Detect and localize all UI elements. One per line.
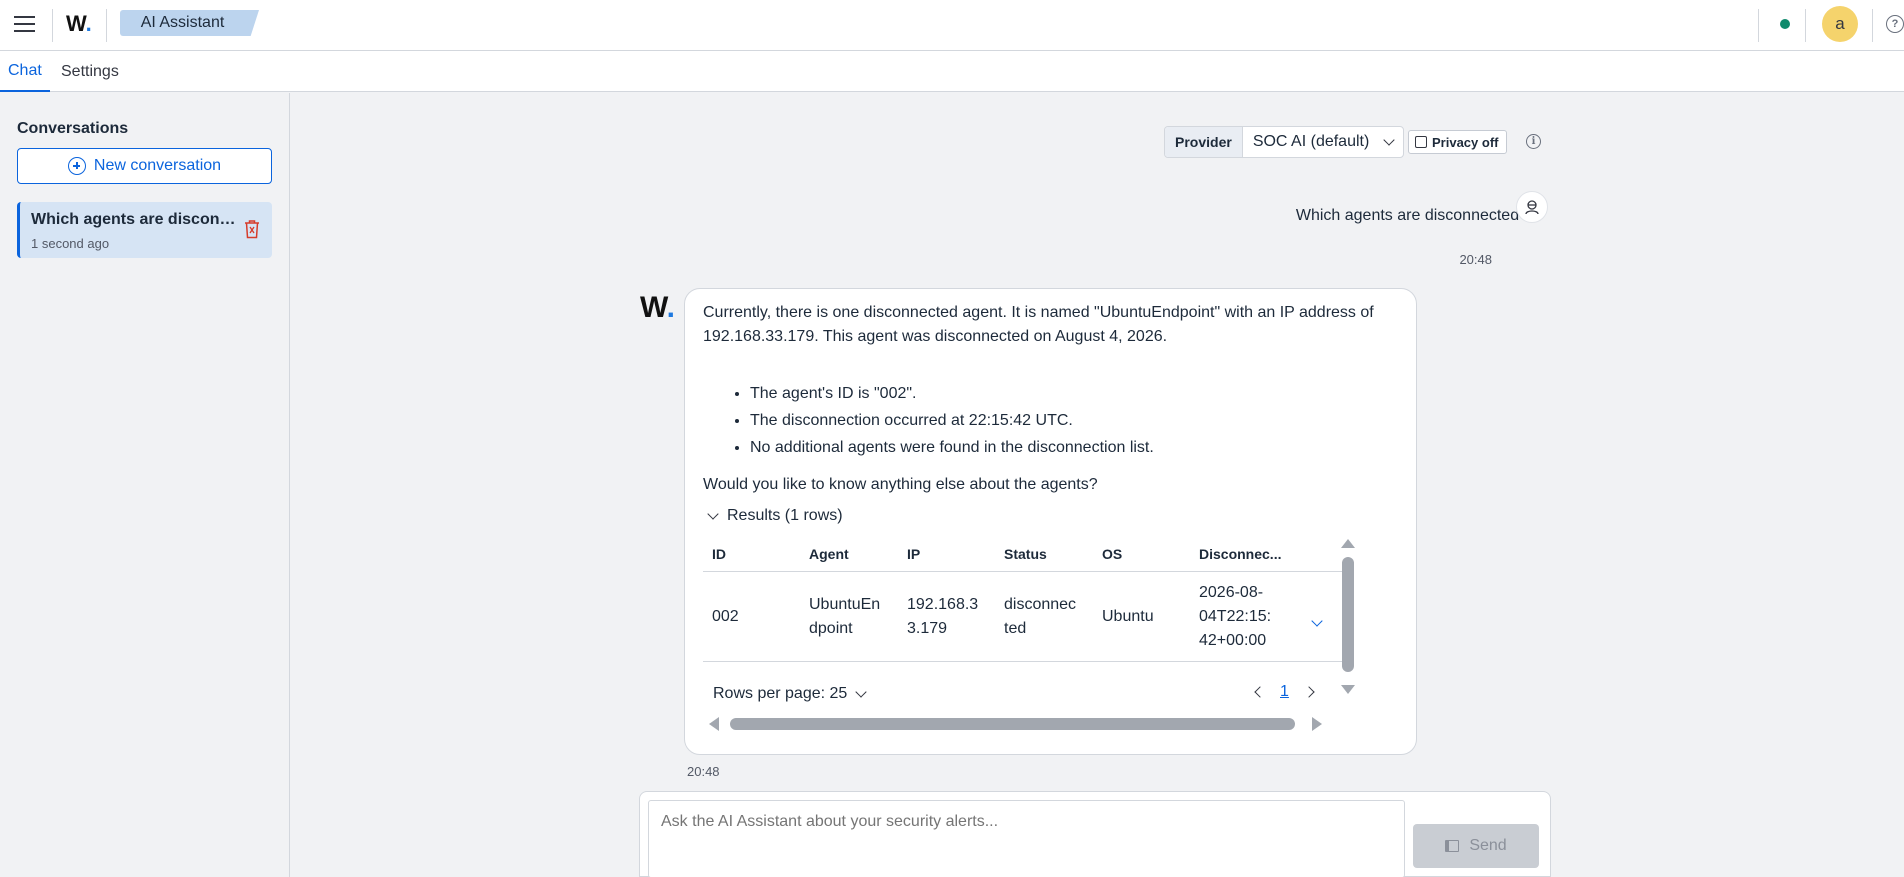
new-conversation-label: New conversation	[93, 157, 222, 174]
send-label: Send	[1469, 837, 1507, 854]
tab-chat[interactable]: Chat	[0, 51, 50, 92]
plus-circle-icon	[67, 157, 86, 175]
info-icon[interactable]: i	[1526, 134, 1541, 149]
message-input[interactable]	[648, 800, 1405, 877]
results-toggle[interactable]: Results (1 rows)	[707, 507, 843, 525]
list-item: The disconnection occurred at 22:15:42 U…	[750, 407, 1390, 434]
rows-per-page-label: Rows per page: 25	[713, 685, 848, 702]
divider	[52, 9, 53, 42]
provider-select[interactable]: SOC AI (default)	[1243, 127, 1403, 157]
column-header-disconnected[interactable]: Disconnec...	[1199, 546, 1281, 562]
user-message-time: 20:48	[1459, 252, 1492, 267]
page-number[interactable]: 1	[1280, 683, 1289, 701]
chat-main: Provider SOC AI (default) Privacy off i …	[291, 93, 1904, 877]
column-header-ip[interactable]: IP	[907, 546, 920, 562]
conversations-panel: Conversations New conversation Which age…	[0, 93, 290, 877]
divider	[1758, 9, 1759, 42]
privacy-toggle-button[interactable]: Privacy off	[1408, 130, 1508, 154]
assistant-message-time: 20:48	[687, 764, 720, 779]
assistant-question: Would you like to know anything else abo…	[703, 476, 1098, 493]
table-header: ID Agent IP Status OS Disconnec...	[703, 534, 1343, 572]
chevron-down-icon	[855, 686, 867, 698]
scroll-up-arrow[interactable]	[1341, 539, 1355, 548]
cell-status: disconnec ted	[1004, 596, 1077, 637]
list-item: No additional agents were found in the d…	[750, 434, 1390, 461]
divider	[106, 9, 107, 42]
app-logo[interactable]: W.	[66, 11, 92, 37]
help-icon[interactable]: ?	[1886, 15, 1904, 33]
cell-id: 002	[712, 608, 739, 625]
scroll-right-arrow[interactable]	[1312, 717, 1322, 731]
provider-label: Provider	[1165, 127, 1243, 157]
table-row: 002 UbuntuEn dpoint 192.168.3 3.179 disc…	[703, 572, 1343, 662]
send-icon	[1445, 840, 1460, 852]
cell-ip: 192.168.3 3.179	[907, 596, 979, 637]
column-header-status[interactable]: Status	[1004, 546, 1047, 562]
vertical-scrollbar[interactable]	[1342, 557, 1354, 672]
results-label: Results (1 rows)	[727, 507, 843, 524]
scroll-left-arrow[interactable]	[709, 717, 719, 731]
app-title-breadcrumb[interactable]: AI Assistant	[120, 10, 259, 36]
row-expand-button[interactable]	[1311, 612, 1323, 630]
column-header-os[interactable]: OS	[1102, 546, 1122, 562]
chevron-down-icon	[1311, 615, 1323, 627]
divider	[1805, 9, 1806, 42]
conversation-title: Which agents are disconnected?	[31, 211, 236, 228]
user-icon	[1525, 200, 1539, 215]
cell-agent: UbuntuEn dpoint	[809, 596, 881, 637]
assistant-logo: W.	[640, 291, 676, 324]
next-page-icon[interactable]	[1303, 686, 1315, 698]
send-button[interactable]: Send	[1413, 824, 1539, 868]
column-header-id[interactable]: ID	[712, 546, 726, 562]
status-indicator	[1780, 19, 1790, 29]
top-bar: W. AI Assistant a ?	[0, 0, 1904, 51]
list-item: The agent's ID is "002".	[750, 380, 1390, 407]
tab-settings[interactable]: Settings	[61, 51, 119, 92]
cell-disconnected: 2026-08- 04T22:15: 42+00:00	[1199, 584, 1272, 649]
chevron-down-icon	[1383, 134, 1395, 146]
cell-os: Ubuntu	[1102, 608, 1154, 625]
scroll-down-arrow[interactable]	[1341, 685, 1355, 694]
provider-value: SOC AI (default)	[1252, 133, 1370, 150]
assistant-intro-text: Currently, there is one disconnected age…	[703, 304, 1374, 345]
previous-page-icon[interactable]	[1254, 686, 1266, 698]
trash-icon[interactable]	[244, 219, 260, 239]
assistant-message: Currently, there is one disconnected age…	[684, 288, 1417, 755]
message-composer: Send	[639, 791, 1551, 877]
user-avatar-icon	[1516, 191, 1548, 223]
rows-per-page-select[interactable]: Rows per page: 25	[713, 685, 867, 703]
user-avatar[interactable]: a	[1822, 6, 1858, 42]
provider-selector: Provider SOC AI (default)	[1164, 126, 1404, 158]
tab-bar: Chat Settings	[0, 51, 1904, 92]
column-header-agent[interactable]: Agent	[809, 546, 849, 562]
menu-icon[interactable]	[14, 12, 38, 36]
conversations-title: Conversations	[17, 120, 129, 137]
pagination: 1	[1254, 683, 1315, 701]
conversation-item[interactable]: Which agents are disconnected? 1 second …	[17, 202, 272, 258]
divider	[1872, 9, 1873, 42]
privacy-label: Privacy off	[1432, 134, 1499, 150]
horizontal-scrollbar[interactable]	[730, 718, 1295, 730]
new-conversation-button[interactable]: New conversation	[17, 148, 272, 184]
chevron-down-icon	[707, 507, 719, 520]
conversation-time: 1 second ago	[31, 236, 110, 251]
user-message: Which agents are disconnected?	[1295, 207, 1528, 224]
assistant-bullet-list: The agent's ID is "002". The disconnecti…	[750, 380, 1390, 461]
privacy-icon	[1415, 136, 1427, 148]
